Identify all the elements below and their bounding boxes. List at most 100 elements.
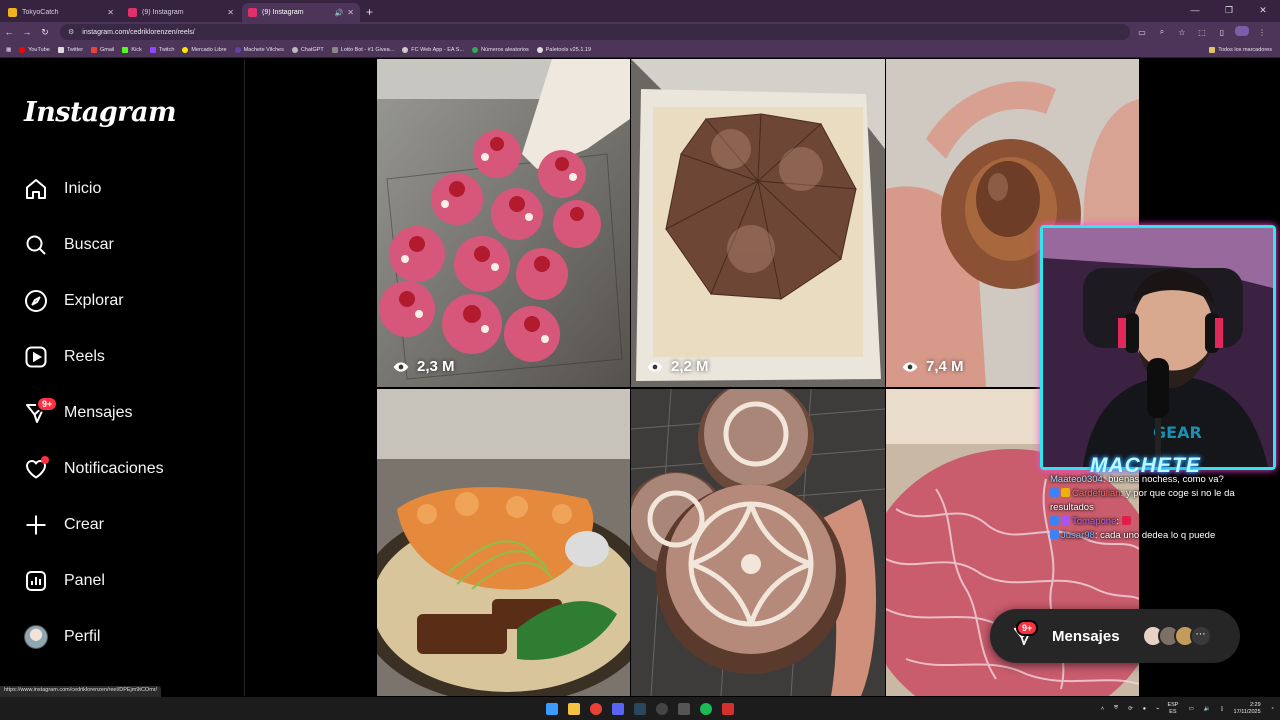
calendar-icon[interactable] xyxy=(722,702,734,715)
menu-icon[interactable]: ⋮ xyxy=(1252,28,1272,37)
nav-notificaciones[interactable]: Notificaciones xyxy=(22,449,164,489)
close-tab-icon[interactable]: ✕ xyxy=(347,8,354,17)
extensions-icon[interactable]: ⬚ xyxy=(1192,28,1212,37)
spotify-icon[interactable] xyxy=(700,702,712,715)
nav-inicio[interactable]: Inicio xyxy=(22,169,101,209)
bookmark-twitter[interactable]: Twitter xyxy=(57,46,83,53)
minimize-icon[interactable]: — xyxy=(1178,0,1212,22)
start-icon[interactable] xyxy=(546,702,558,715)
nav-explorar[interactable]: Explorar xyxy=(22,281,124,321)
streamer-video-image: GEAR xyxy=(1043,228,1273,467)
notification-bell-icon[interactable]: ◔ xyxy=(1271,706,1274,712)
sidepanel-icon[interactable]: ▯ xyxy=(1212,28,1232,37)
sync-icon[interactable]: ⟳ xyxy=(1128,706,1133,712)
apps-icon[interactable]: ▦ xyxy=(6,47,11,53)
chat-message: Tomapone: xyxy=(1050,515,1280,529)
plus-icon xyxy=(22,511,50,539)
profile-avatar[interactable] xyxy=(1232,26,1252,38)
site-info-icon[interactable]: ⚙ xyxy=(68,28,74,36)
nav-mensajes[interactable]: 9+ Mensajes xyxy=(22,393,132,433)
recent-conversations: ⋯ xyxy=(1141,625,1212,647)
nav-label: Reels xyxy=(64,348,105,365)
bookmark-youtube[interactable]: YouTube xyxy=(19,46,50,53)
tab-title: (9) Instagram xyxy=(262,9,304,16)
reel-thumbnail[interactable]: 2,2 M xyxy=(631,59,885,387)
volume-icon[interactable]: 🔉 xyxy=(1204,706,1211,712)
steam-icon[interactable] xyxy=(634,702,646,715)
obs-icon[interactable] xyxy=(656,702,668,715)
messages-floating-button[interactable]: Mensajes ⋯ xyxy=(990,609,1240,663)
maximize-icon[interactable]: ❐ xyxy=(1212,0,1246,22)
chrome-icon[interactable] xyxy=(590,702,602,715)
nav-reels[interactable]: Reels xyxy=(22,337,105,377)
zoom-icon[interactable]: ⌕ xyxy=(1152,27,1172,37)
nav-label: Perfil xyxy=(64,628,101,645)
url-text: instagram.com/cedriklorenzen/reels/ xyxy=(82,28,195,36)
forward-icon[interactable]: → xyxy=(18,27,36,37)
nav-label: Buscar xyxy=(64,236,114,253)
tab-title: TokyoCatch xyxy=(22,9,59,16)
chevron-up-icon[interactable]: ˄ xyxy=(1101,706,1104,712)
browser-tab[interactable]: (9) Instagram ✕ xyxy=(122,3,240,22)
bookmark-chatgpt[interactable]: ChatGPT xyxy=(291,46,324,53)
bookmark-paletools[interactable]: Paletools v25.1.19 xyxy=(536,46,591,53)
bookmark-machete-vilches[interactable]: Machete Vilches xyxy=(234,46,284,53)
messages-label: Mensajes xyxy=(1052,627,1120,645)
close-tab-icon[interactable]: ✕ xyxy=(227,8,234,17)
nav-label: Notificaciones xyxy=(64,460,164,477)
nav-buscar[interactable]: Buscar xyxy=(22,225,114,265)
nav-perfil[interactable]: Perfil xyxy=(22,617,100,657)
strawberry-buns-image xyxy=(377,59,630,387)
new-tab-button[interactable]: + xyxy=(366,5,373,19)
display-icon[interactable]: ▭ xyxy=(1188,706,1193,712)
bookmark-gmail[interactable]: Gmail xyxy=(91,46,114,53)
address-bar[interactable]: ⚙ instagram.com/cedriklorenzen/reels/ xyxy=(60,24,1130,40)
reels-grid: 2,3 M 2,2 M 7,4 M xyxy=(377,59,1139,696)
discord-icon[interactable] xyxy=(612,702,624,715)
bookmark-star-icon[interactable]: ☆ xyxy=(1172,28,1192,37)
bookmark-kick[interactable]: Kick xyxy=(122,46,142,53)
tokyocatch-favicon-icon xyxy=(8,8,17,17)
instagram-logo[interactable]: Instagram xyxy=(24,97,177,128)
tab-title: (9) Instagram xyxy=(142,9,184,16)
nav-crear[interactable]: Crear xyxy=(22,505,104,545)
browser-tab[interactable]: TokyoCatch ✕ xyxy=(2,3,120,22)
view-count: 7,4 M xyxy=(902,358,964,375)
bookmark-numeros-aleatorios[interactable]: Números aleatorios xyxy=(472,46,529,53)
usb-icon[interactable]: ⌁ xyxy=(1156,706,1159,712)
all-bookmarks-folder[interactable]: Todos los marcadores xyxy=(1209,46,1272,53)
tab-audio-icon[interactable]: 🔊 xyxy=(335,9,344,17)
language-indicator[interactable]: ESP ES xyxy=(1167,702,1178,716)
bookmark-twitch[interactable]: Twitch xyxy=(149,46,174,53)
nav-panel[interactable]: Panel xyxy=(22,561,105,601)
chat-message: Maateo0304: buenas nochess, como va? xyxy=(1050,474,1224,485)
battery-icon[interactable]: ▯ xyxy=(1221,706,1224,712)
reel-thumbnail[interactable] xyxy=(377,389,630,696)
back-icon[interactable]: ← xyxy=(0,27,18,37)
bookmark-mercado-libre[interactable]: Mercado Libre xyxy=(182,46,227,53)
bookmarks-bar: ▦ YouTube Twitter Gmail Kick Twitch Merc… xyxy=(0,42,1280,58)
mic-icon[interactable]: ● xyxy=(1143,706,1146,712)
streamer-webcam: GEAR xyxy=(1040,225,1276,470)
view-count: 2,2 M xyxy=(647,358,709,375)
shield-icon[interactable]: ⛨ xyxy=(1114,705,1118,712)
dashboard-icon xyxy=(22,567,50,595)
nav-label: Explorar xyxy=(64,292,124,309)
reel-thumbnail[interactable] xyxy=(631,389,885,696)
chat-message: Cardefulian: y por que coge si no le da … xyxy=(1050,488,1235,513)
reload-icon[interactable]: ↻ xyxy=(36,27,54,38)
reels-icon xyxy=(22,343,50,371)
view-count: 2,3 M xyxy=(393,358,455,375)
app-icon[interactable] xyxy=(678,702,690,715)
nav-label: Mensajes xyxy=(64,404,133,421)
close-tab-icon[interactable]: ✕ xyxy=(107,8,114,17)
cast-icon[interactable]: ▭ xyxy=(1132,28,1152,37)
eye-icon xyxy=(393,361,409,372)
clock[interactable]: 2:29 17/11/2025 xyxy=(1234,702,1261,716)
close-window-icon[interactable]: ✕ xyxy=(1246,0,1280,22)
browser-tab-active[interactable]: (9) Instagram 🔊 ✕ xyxy=(242,3,360,22)
reel-thumbnail[interactable]: 2,3 M xyxy=(377,59,630,387)
bookmark-lotto-bot[interactable]: Lotto Bot - #1 Givea... xyxy=(331,46,394,53)
bookmark-fc-web-app[interactable]: FC Web App - EA S... xyxy=(402,46,464,53)
file-explorer-icon[interactable] xyxy=(568,702,580,715)
